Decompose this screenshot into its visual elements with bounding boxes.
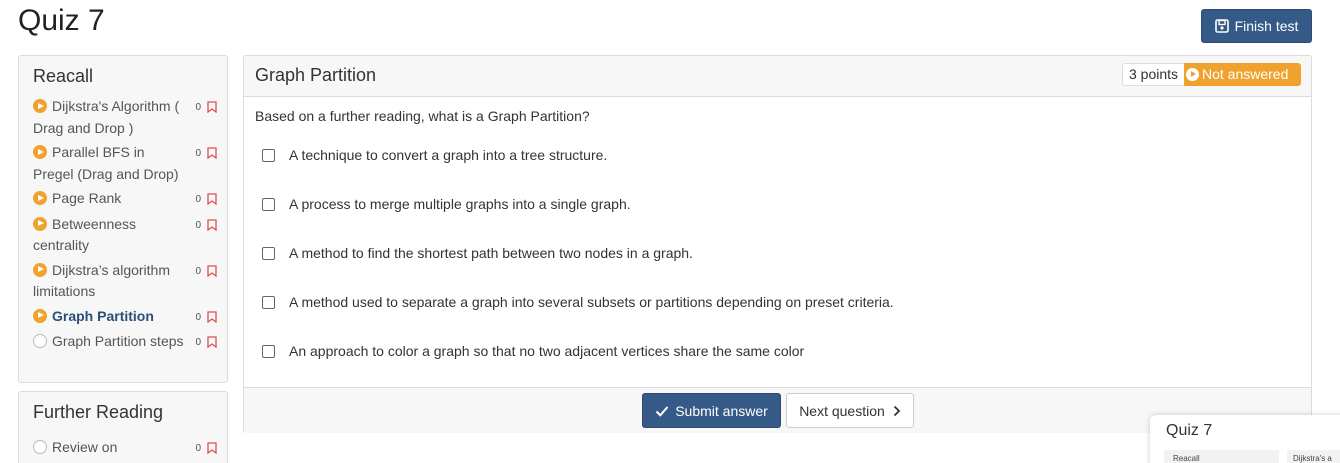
- answer-option[interactable]: A technique to convert a graph into a tr…: [262, 147, 607, 163]
- question-title: Graph Partition: [255, 65, 377, 85]
- bookmark-icon[interactable]: [207, 101, 217, 113]
- bookmark-icon[interactable]: [207, 264, 217, 277]
- sidebar-item[interactable]: Graph Partition steps 0: [33, 331, 217, 354]
- answer-checkbox[interactable]: [262, 295, 275, 309]
- answer-label: A process to merge multiple graphs into …: [289, 196, 631, 212]
- play-icon: [33, 216, 47, 231]
- sidebar-item-label: Page Rank: [52, 190, 122, 206]
- sidebar-item[interactable]: Parallel BFS in Pregel (Drag and Drop) 0: [33, 142, 217, 185]
- bookmark-icon[interactable]: [207, 442, 217, 454]
- answer-option[interactable]: A process to merge multiple graphs into …: [262, 196, 631, 212]
- bookmark-icon[interactable]: [207, 193, 217, 205]
- bookmark-icon[interactable]: [207, 310, 217, 323]
- sidebar-item[interactable]: Page Rank 0: [33, 188, 217, 211]
- save-icon: [1214, 19, 1229, 33]
- quiz-preview-popup[interactable]: Quiz 7 Reacall Dijkstra's a: [1150, 415, 1340, 463]
- sidebar-item-label: Graph Partition steps: [52, 333, 184, 349]
- item-count: 0: [195, 337, 201, 348]
- sidebar-section-further-reading: Further Reading Review on 0: [18, 391, 228, 463]
- item-count: 0: [195, 443, 201, 454]
- item-count: 0: [195, 265, 201, 277]
- status-label: Not answered: [1202, 66, 1289, 82]
- sidebar-item-active[interactable]: Graph Partition 0: [33, 306, 217, 329]
- submit-answer-button[interactable]: Submit answer: [642, 393, 781, 428]
- next-question-label: Next question: [799, 402, 885, 419]
- finish-test-button[interactable]: Finish test: [1201, 9, 1312, 43]
- sidebar-item-label: Graph Partition: [52, 307, 154, 324]
- answer-option[interactable]: A method used to separate a graph into s…: [262, 294, 894, 310]
- preview-title: Quiz 7: [1166, 422, 1213, 439]
- play-icon: [33, 99, 47, 113]
- answer-option[interactable]: An approach to color a graph so that no …: [262, 343, 804, 359]
- sidebar-item-label: Parallel BFS in Pregel (Drag and Drop): [33, 144, 179, 182]
- bookmark-icon[interactable]: [207, 218, 217, 231]
- preview-item-text: Dijkstra's a: [1287, 450, 1340, 463]
- points-badge: 3 points: [1122, 63, 1185, 86]
- item-count: 0: [195, 311, 201, 323]
- bookmark-icon[interactable]: [207, 336, 217, 348]
- answer-checkbox[interactable]: [262, 148, 275, 162]
- play-icon: [33, 308, 47, 323]
- play-icon: [1186, 68, 1199, 81]
- answer-checkbox[interactable]: [262, 344, 275, 358]
- sidebar-item[interactable]: Dijkstra's Algorithm ( Drag and Drop ) 0: [33, 96, 217, 139]
- item-count: 0: [195, 148, 201, 159]
- question-prompt: Based on a further reading, what is a Gr…: [255, 108, 590, 124]
- check-icon: [655, 405, 669, 417]
- answer-label: An approach to color a graph so that no …: [289, 343, 805, 359]
- answer-label: A method to find the shortest path betwe…: [289, 245, 693, 261]
- question-panel: Graph Partition 3 points Not answered Ba…: [243, 55, 1312, 433]
- bookmark-icon[interactable]: [207, 147, 217, 159]
- answer-label: A technique to convert a graph into a tr…: [289, 147, 608, 163]
- item-count: 0: [195, 102, 201, 113]
- submit-answer-label: Submit answer: [675, 402, 768, 419]
- next-question-button[interactable]: Next question: [786, 393, 914, 428]
- circle-icon: [33, 334, 47, 348]
- sidebar-item-label: Dijkstra's Algorithm ( Drag and Drop ): [33, 98, 180, 136]
- sidebar-item[interactable]: Betweenness centrality 0: [33, 214, 217, 257]
- sidebar-section-title: Further Reading: [33, 402, 164, 422]
- sidebar-list: Review on 0: [19, 437, 227, 460]
- item-count: 0: [195, 194, 201, 205]
- circle-icon: [33, 440, 47, 454]
- status-badge: Not answered: [1184, 63, 1301, 86]
- sidebar-list: Dijkstra's Algorithm ( Drag and Drop ) 0…: [19, 96, 227, 354]
- play-icon: [33, 262, 47, 277]
- play-icon: [33, 145, 47, 159]
- sidebar-section-title: Reacall: [33, 66, 94, 86]
- question-header: Graph Partition 3 points Not answered: [244, 56, 1311, 97]
- page-title: Quiz 7: [18, 4, 105, 37]
- sidebar-item[interactable]: Dijkstra’s algorithm limitations 0: [33, 260, 217, 303]
- answer-option[interactable]: A method to find the shortest path betwe…: [262, 245, 693, 261]
- answer-label: A method used to separate a graph into s…: [289, 294, 894, 310]
- answer-checkbox[interactable]: [262, 197, 275, 211]
- answer-checkbox[interactable]: [262, 246, 275, 260]
- play-icon: [33, 191, 47, 205]
- item-count: 0: [195, 219, 201, 231]
- preview-sidebar-text: Reacall: [1164, 450, 1279, 463]
- sidebar-item-label: Dijkstra’s algorithm limitations: [33, 261, 170, 300]
- sidebar-item-label: Review on: [52, 439, 118, 455]
- chevron-right-icon: [893, 405, 901, 416]
- sidebar-item[interactable]: Review on 0: [33, 437, 217, 460]
- finish-test-label: Finish test: [1234, 18, 1299, 34]
- sidebar-section-reacall: Reacall Dijkstra's Algorithm ( Drag and …: [18, 55, 228, 383]
- sidebar-item-label: Betweenness centrality: [33, 215, 137, 254]
